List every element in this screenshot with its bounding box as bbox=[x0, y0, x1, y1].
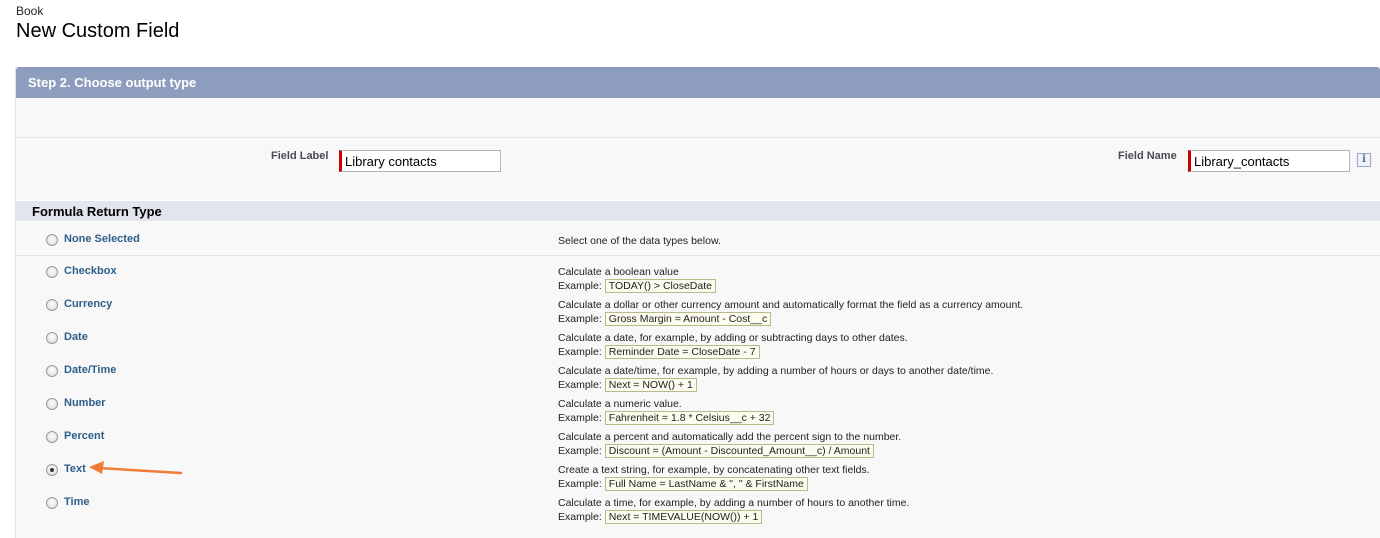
option-description: Select one of the data types below. bbox=[558, 235, 721, 247]
option-label[interactable]: Percent bbox=[64, 430, 104, 442]
option-example: Example: Reminder Date = CloseDate - 7 bbox=[558, 345, 760, 359]
option-label[interactable]: Text bbox=[64, 463, 86, 475]
example-code: Fahrenheit = 1.8 * Celsius__c + 32 bbox=[604, 411, 775, 425]
example-label: Example: bbox=[558, 379, 602, 391]
radio-button[interactable] bbox=[46, 497, 58, 509]
option-label[interactable]: Currency bbox=[64, 298, 112, 310]
step-bar: Step 2. Choose output type bbox=[16, 67, 1380, 98]
example-code: Full Name = LastName & ", " & FirstName bbox=[604, 477, 808, 491]
example-label: Example: bbox=[558, 412, 602, 424]
option-description: Calculate a boolean value bbox=[558, 266, 679, 278]
formula-return-type-heading: Formula Return Type bbox=[16, 201, 1380, 221]
arrow-head bbox=[89, 461, 104, 474]
example-code: Next = NOW() + 1 bbox=[604, 378, 697, 392]
example-label: Example: bbox=[558, 280, 602, 292]
field-label-input[interactable] bbox=[339, 150, 501, 172]
option-label[interactable]: Time bbox=[64, 496, 89, 508]
option-example: Example: Discount = (Amount - Discounted_… bbox=[558, 444, 874, 458]
example-label: Example: bbox=[558, 478, 602, 490]
option-example: Example: Gross Margin = Amount - Cost__c bbox=[558, 312, 772, 326]
radio-none-selected[interactable] bbox=[46, 234, 58, 246]
option-label[interactable]: None Selected bbox=[64, 233, 140, 245]
example-label: Example: bbox=[558, 445, 602, 457]
example-code: Gross Margin = Amount - Cost__c bbox=[604, 312, 772, 326]
page-header: Book New Custom Field bbox=[16, 5, 179, 43]
object-name: Book bbox=[16, 4, 44, 18]
option-description: Calculate a percent and automatically ad… bbox=[558, 431, 902, 443]
option-example: Example: Full Name = LastName & ", " & Fi… bbox=[558, 477, 808, 491]
example-label: Example: bbox=[558, 313, 602, 325]
arrow-shaft bbox=[97, 466, 183, 475]
field-name-label: Field Name bbox=[1118, 150, 1177, 162]
example-code: Reminder Date = CloseDate - 7 bbox=[604, 345, 760, 359]
radio-button[interactable] bbox=[46, 332, 58, 344]
option-example: Example: TODAY() > CloseDate bbox=[558, 279, 716, 293]
option-description: Calculate a numeric value. bbox=[558, 398, 682, 410]
divider bbox=[16, 255, 1380, 256]
option-description: Calculate a time, for example, by adding… bbox=[558, 497, 910, 509]
radio-button[interactable] bbox=[46, 398, 58, 410]
field-row: Field Label Field Name i bbox=[16, 138, 1380, 201]
radio-button[interactable] bbox=[46, 266, 58, 278]
option-label[interactable]: Checkbox bbox=[64, 265, 117, 277]
option-label[interactable]: Number bbox=[64, 397, 106, 409]
annotation-arrow bbox=[89, 461, 183, 475]
option-description: Create a text string, for example, by co… bbox=[558, 464, 870, 476]
radio-button[interactable] bbox=[46, 464, 58, 476]
radio-button[interactable] bbox=[46, 299, 58, 311]
example-label: Example: bbox=[558, 511, 602, 523]
option-description: Calculate a date, for example, by adding… bbox=[558, 332, 908, 344]
option-description: Calculate a dollar or other currency amo… bbox=[558, 299, 1024, 311]
radio-button[interactable] bbox=[46, 431, 58, 443]
option-description: Calculate a date/time, for example, by a… bbox=[558, 365, 994, 377]
example-label: Example: bbox=[558, 346, 602, 358]
radio-button[interactable] bbox=[46, 365, 58, 377]
example-code: Next = TIMEVALUE(NOW()) + 1 bbox=[604, 510, 763, 524]
example-code: Discount = (Amount - Discounted_Amount__… bbox=[604, 444, 874, 458]
option-example: Example: Fahrenheit = 1.8 * Celsius__c + … bbox=[558, 411, 775, 425]
option-example: Example: Next = TIMEVALUE(NOW()) + 1 bbox=[558, 510, 763, 524]
option-label[interactable]: Date bbox=[64, 331, 88, 343]
wizard-panel: Step 2. Choose output type Field Label F… bbox=[15, 67, 1380, 538]
page-title: New Custom Field bbox=[16, 20, 180, 42]
option-example: Example: Next = NOW() + 1 bbox=[558, 378, 697, 392]
example-code: TODAY() > CloseDate bbox=[604, 279, 716, 293]
field-name-input[interactable] bbox=[1188, 150, 1350, 172]
info-icon[interactable]: i bbox=[1357, 153, 1371, 167]
option-label[interactable]: Date/Time bbox=[64, 364, 116, 376]
field-label-label: Field Label bbox=[271, 150, 329, 162]
spacer-row bbox=[16, 98, 1380, 138]
